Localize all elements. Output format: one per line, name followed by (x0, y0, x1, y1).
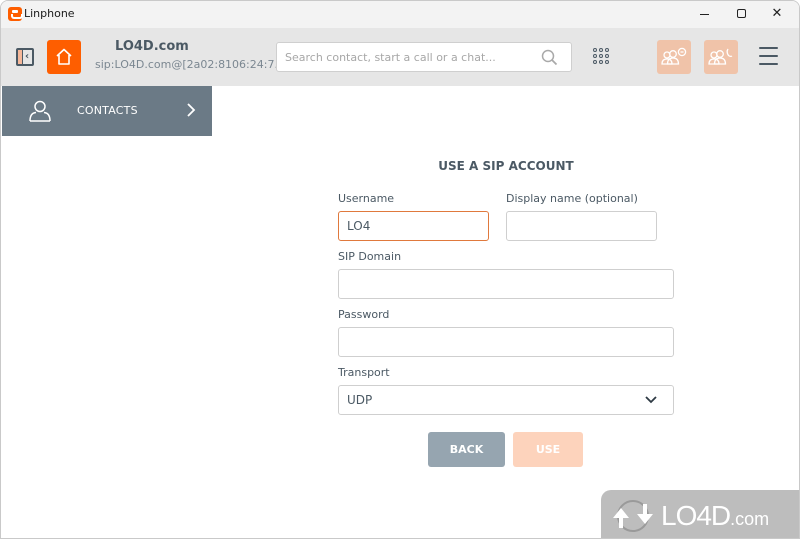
chevron-right-icon (187, 103, 196, 117)
maximize-button[interactable] (723, 1, 759, 28)
app-title: Linphone (24, 7, 75, 20)
chevron-down-icon (645, 396, 657, 404)
search-bar[interactable] (276, 42, 572, 72)
start-conference-chat-button[interactable] (657, 40, 691, 74)
sidebar-item-contacts[interactable]: CONTACTS (2, 86, 212, 136)
lo4d-logo-icon (613, 500, 653, 532)
conference-call-icon (708, 48, 733, 65)
account-name[interactable]: LO4D.com (115, 39, 189, 54)
chevron-left-icon: ‹ (25, 51, 30, 62)
contacts-label: CONTACTS (77, 104, 138, 117)
username-label: Username (338, 192, 395, 205)
collapse-sidebar-button[interactable]: ‹ (16, 48, 34, 66)
close-icon: ✕ (771, 6, 783, 21)
transport-select[interactable]: UDP (338, 385, 674, 415)
username-field[interactable] (338, 211, 489, 241)
title-bar: Linphone ✕ (1, 1, 799, 28)
use-button[interactable]: USE (513, 432, 583, 467)
main-menu-button[interactable] (759, 47, 778, 65)
dialpad-button[interactable] (593, 48, 611, 66)
close-button[interactable]: ✕ (759, 1, 795, 28)
conference-chat-icon (661, 47, 687, 65)
transport-label: Transport (338, 366, 390, 379)
sip-domain-label: SIP Domain (338, 250, 402, 263)
transport-value: UDP (347, 393, 373, 407)
minimize-icon (700, 14, 709, 15)
maximize-icon (737, 9, 746, 18)
search-icon (541, 49, 558, 66)
sip-domain-field[interactable] (338, 269, 674, 299)
lo4d-watermark: LO4D.com (601, 490, 799, 538)
home-icon (56, 48, 72, 65)
search-input[interactable] (285, 43, 535, 71)
lo4d-watermark-text: LO4D.com (661, 500, 770, 531)
password-label: Password (338, 308, 390, 321)
back-button[interactable]: BACK (428, 432, 505, 467)
home-button[interactable] (47, 40, 81, 74)
contact-person-icon (29, 100, 51, 122)
display-name-field[interactable] (506, 211, 657, 241)
account-sip-address: sip:LO4D.com@[2a02:8106:24:7... (95, 58, 285, 71)
minimize-button[interactable] (687, 1, 723, 28)
form-title: USE A SIP ACCOUNT (438, 159, 574, 173)
password-field[interactable] (338, 327, 674, 357)
start-conference-call-button[interactable] (704, 40, 738, 74)
linphone-window: Linphone ✕ ‹ LO4D.com sip:LO4D.com@[2a02… (0, 0, 800, 539)
sidebar-pane-icon (18, 50, 23, 64)
display-name-label: Display name (optional) (506, 192, 638, 205)
linphone-logo-icon (8, 7, 23, 21)
